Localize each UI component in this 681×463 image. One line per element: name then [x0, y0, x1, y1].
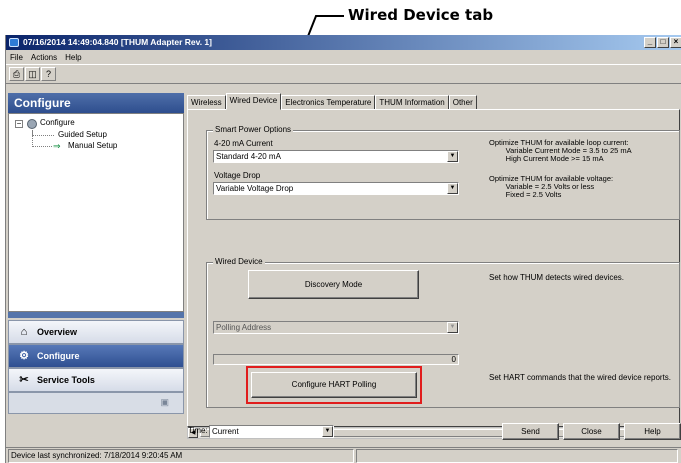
status-cell-empty [356, 449, 678, 463]
close-button[interactable]: Close [563, 423, 620, 440]
sidebar-header: Configure [8, 93, 184, 113]
discovery-help: Set how THUM detects wired devices. [489, 273, 625, 282]
nav-configure[interactable]: ⚙ Configure [8, 344, 184, 368]
tree-item-manual-setup[interactable]: Manual Setup [68, 141, 117, 150]
right-panel: Wireless Wired Device Electronics Temper… [186, 93, 681, 447]
voltage-help: Optimize THUM for available voltage: Var… [489, 174, 614, 199]
window-title: 07/16/2014 14:49:04.840 [THUM Adapter Re… [23, 37, 212, 47]
configure-icon: ⚙ [19, 350, 29, 362]
progress-value: 0 [451, 355, 456, 364]
chevron-down-icon[interactable]: ▼ [322, 426, 333, 437]
help-pointer-icon[interactable]: ? [41, 67, 56, 81]
printer-icon[interactable]: ⎙ [9, 67, 24, 81]
time-select-value: Current [212, 427, 239, 436]
smart-power-title: Smart Power Options [213, 125, 294, 134]
discovery-mode-button[interactable]: Discovery Mode [248, 270, 419, 299]
current-select[interactable]: Standard 4-20 mA ▼ [213, 150, 459, 163]
home-icon: ⌂ [20, 326, 28, 338]
menu-file[interactable]: File [10, 53, 23, 62]
current-label: 4-20 mA Current [214, 139, 273, 148]
print-preview-icon[interactable]: ◫ [25, 67, 40, 81]
polling-progress-bar: 0 [213, 354, 459, 365]
tab-content: Smart Power Options 4-20 mA Current Stan… [187, 109, 680, 427]
nav-configure-label: Configure [37, 351, 80, 361]
current-help: Optimize THUM for available loop current… [489, 138, 632, 163]
time-label: Time: [188, 426, 208, 435]
chevron-down-icon[interactable]: ▼ [447, 183, 458, 194]
tab-electronics-temperature[interactable]: Electronics Temperature [281, 95, 376, 110]
tree-item-guided-setup[interactable]: Guided Setup [58, 130, 107, 139]
nav-footer: ▣ [8, 392, 184, 414]
close-window-button[interactable]: × [670, 37, 681, 48]
tab-strip: Wireless Wired Device Electronics Temper… [187, 93, 477, 110]
menu-help[interactable]: Help [65, 53, 81, 62]
tab-other[interactable]: Other [448, 95, 477, 110]
tab-wired-device[interactable]: Wired Device [225, 93, 282, 110]
nav-overview[interactable]: ⌂ Overview [8, 320, 184, 344]
voltage-select-value: Variable Voltage Drop [216, 184, 294, 193]
status-bar: Device last synchronized: 7/18/2014 9:20… [6, 447, 681, 463]
title-bar[interactable]: 07/16/2014 14:49:04.840 [THUM Adapter Re… [6, 35, 681, 50]
app-window: 07/16/2014 14:49:04.840 [THUM Adapter Re… [5, 35, 681, 463]
window-controls: _ □ × [643, 37, 681, 48]
polling-address-select[interactable]: Polling Address ▼ [213, 321, 459, 334]
smart-power-group: Smart Power Options 4-20 mA Current Stan… [206, 125, 680, 220]
chevron-down-icon[interactable]: ▼ [447, 151, 458, 162]
sidebar-splitter[interactable] [8, 312, 184, 318]
configure-tree-icon [27, 119, 37, 129]
tab-wireless[interactable]: Wireless [187, 95, 226, 110]
help-button[interactable]: Help [624, 423, 681, 440]
bottom-bar: Time: Current ▼ Send Close Help [186, 422, 681, 444]
time-select[interactable]: Current ▼ [209, 425, 334, 438]
expand-nav-icon[interactable]: ▣ [160, 397, 169, 408]
tab-thum-information[interactable]: THUM Information [375, 95, 449, 110]
collapse-icon[interactable]: − [15, 120, 23, 128]
send-button[interactable]: Send [502, 423, 559, 440]
wired-device-title: Wired Device [213, 257, 265, 266]
arrow-icon: ⇒ [53, 141, 61, 151]
nav-overview-label: Overview [37, 327, 78, 337]
toolbar: ⎙ ◫ ? [6, 64, 681, 84]
wired-device-group: Wired Device Discovery Mode Set how THUM… [206, 257, 680, 408]
nav-service-tools[interactable]: ✂ Service Tools [8, 368, 184, 392]
navigation-tree: − Configure Guided Setup ⇒ Manual Setup [8, 113, 184, 312]
hart-help: Set HART commands that the wired device … [489, 373, 672, 382]
highlight-box [246, 366, 422, 404]
minimize-button[interactable]: _ [644, 37, 656, 48]
menu-actions[interactable]: Actions [31, 53, 57, 62]
chevron-down-icon[interactable]: ▼ [447, 322, 458, 333]
polling-address-value: Polling Address [216, 323, 272, 332]
tree-item-configure[interactable]: Configure [40, 118, 75, 127]
voltage-label: Voltage Drop [214, 171, 261, 180]
current-select-value: Standard 4-20 mA [216, 152, 281, 161]
menu-bar: File Actions Help [6, 50, 681, 64]
app-icon [9, 38, 19, 47]
nav-service-tools-label: Service Tools [37, 375, 95, 385]
voltage-select[interactable]: Variable Voltage Drop ▼ [213, 182, 459, 195]
maximize-button[interactable]: □ [657, 37, 669, 48]
status-text: Device last synchronized: 7/18/2014 9:20… [8, 449, 354, 463]
callout-label: Wired Device tab [348, 6, 494, 24]
tools-icon: ✂ [19, 374, 29, 386]
